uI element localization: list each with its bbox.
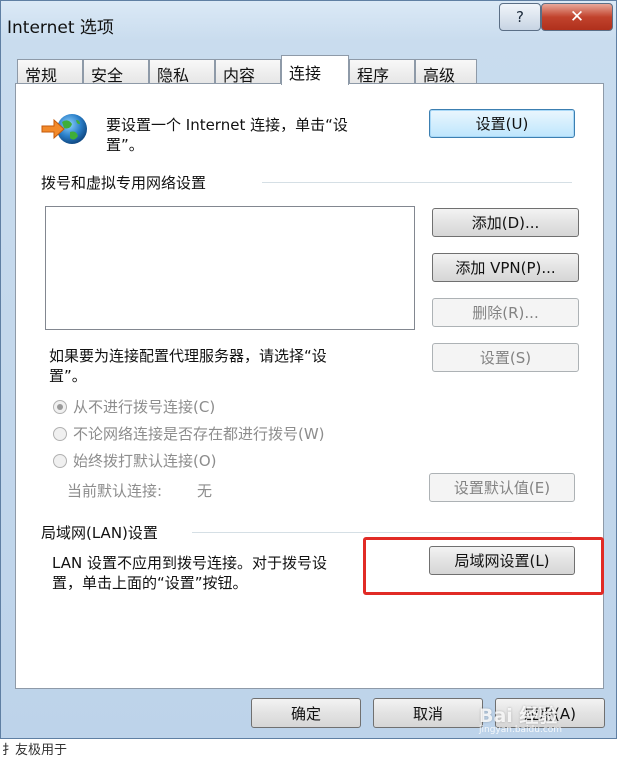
below-window-strip: 扌友极用于 (0, 739, 619, 759)
radio-label: 始终拨打默认连接(O) (73, 452, 217, 470)
watermark-sub: jingyan.baidu.com (479, 725, 563, 735)
lan-text-line2: 置，单击上面的“设置”按钮。 (52, 574, 248, 592)
setup-text-line2: 置”。 (106, 136, 144, 154)
proxy-text-line1: 如果要为连接配置代理服务器，请选择“设 (49, 347, 327, 365)
internet-connect-icon (41, 114, 87, 144)
radio-label: 不论网络连接是否存在都进行拨号(W) (73, 425, 325, 443)
add-button[interactable]: 添加(D)... (432, 208, 579, 237)
radio-never-dial[interactable]: 从不进行拨号连接(C) (53, 396, 215, 417)
below-window-text: 扌友极用于 (2, 743, 68, 758)
radio-always-dial-default[interactable]: 始终拨打默认连接(O) (53, 450, 217, 471)
radio-dot (53, 399, 67, 414)
current-default-label: 当前默认连接: (67, 482, 163, 500)
tab-advanced[interactable]: 高级 (415, 59, 477, 85)
dialup-group-line (262, 182, 572, 183)
remove-button[interactable]: 删除(R)... (432, 298, 579, 327)
tab-privacy[interactable]: 隐私 (149, 59, 215, 85)
window-title: Internet 选项 (7, 18, 114, 38)
set-default-button[interactable]: 设置默认值(E) (429, 473, 575, 502)
tab-programs[interactable]: 程序 (349, 59, 415, 85)
watermark: Bai 经验 (479, 701, 557, 728)
radio-dial-whenever[interactable]: 不论网络连接是否存在都进行拨号(W) (53, 423, 325, 444)
ok-button[interactable]: 确定 (251, 698, 361, 728)
dialup-settings-button[interactable]: 设置(S) (432, 343, 579, 372)
dialup-group-title: 拨号和虚拟专用网络设置 (41, 174, 207, 192)
tab-connections[interactable]: 连接 (281, 55, 349, 85)
radio-label: 从不进行拨号连接(C) (73, 398, 216, 416)
setup-text-line1: 要设置一个 Internet 连接，单击“设 (106, 116, 348, 134)
close-button[interactable]: ✕ (541, 3, 613, 31)
add-vpn-button[interactable]: 添加 VPN(P)... (432, 253, 579, 282)
lan-group-line (192, 532, 572, 533)
current-default-value: 无 (197, 482, 213, 500)
setup-button[interactable]: 设置(U) (429, 109, 575, 138)
connection-list[interactable] (45, 206, 415, 330)
internet-options-window: Internet 选项 ? ✕ 常规 安全 隐私 内容 连接 程序 高级 要设置… (0, 0, 617, 739)
tab-security[interactable]: 安全 (83, 59, 149, 85)
connections-panel: 要设置一个 Internet 连接，单击“设 置”。 设置(U) 拨号和虚拟专用… (15, 83, 604, 689)
tab-content[interactable]: 内容 (215, 59, 281, 85)
red-highlight-box (363, 537, 604, 595)
lan-group-title: 局域网(LAN)设置 (41, 524, 158, 542)
radio-dot (53, 453, 67, 468)
proxy-text-line2: 置”。 (49, 367, 87, 385)
tab-general[interactable]: 常规 (17, 59, 83, 85)
watermark-text: Bai 经验 (479, 705, 558, 727)
help-button[interactable]: ? (499, 3, 541, 31)
lan-text-line1: LAN 设置不应用到拨号连接。对于拨号设 (52, 554, 327, 572)
cancel-button[interactable]: 取消 (373, 698, 483, 728)
radio-dot (53, 426, 67, 441)
